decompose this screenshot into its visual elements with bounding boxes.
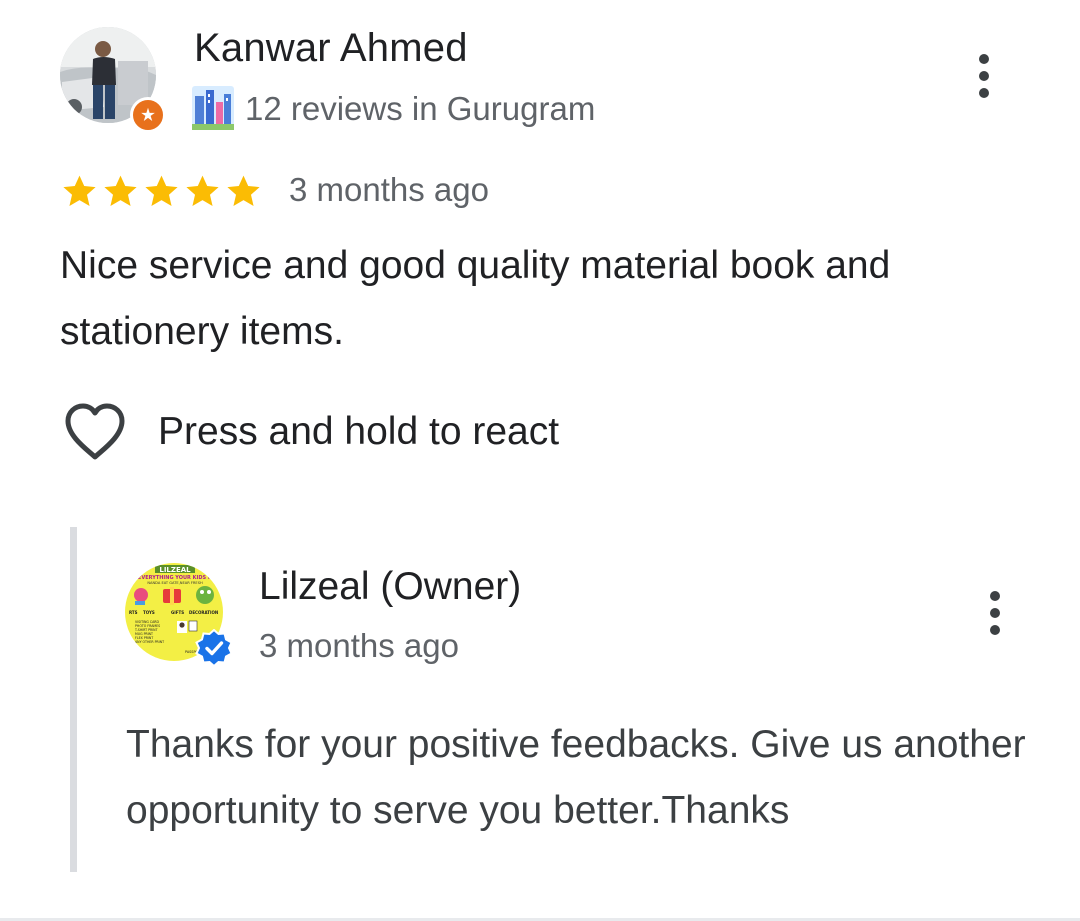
star-icon <box>145 175 178 206</box>
logo-category: DECORATION <box>189 610 218 615</box>
review-text: Nice service and good quality material b… <box>60 244 891 353</box>
more-vert-icon <box>990 591 1000 601</box>
reviewer-meta[interactable]: 12 reviews in Gurugram <box>245 90 595 128</box>
star-icon <box>104 175 137 206</box>
owner-reply: LILZEAL EVERYTHING YOUR KIDS N NANDA EAT… <box>70 527 1080 872</box>
owner-reply-time: 3 months ago <box>259 627 459 664</box>
more-vert-icon <box>979 54 989 64</box>
reply-more-options-button[interactable] <box>980 585 1010 641</box>
star-icon <box>186 175 219 206</box>
reply-indent-bar <box>70 527 77 872</box>
owner-reply-text: Thanks for your positive feedbacks. Give… <box>126 723 1026 832</box>
reviewer-avatar-group[interactable] <box>60 27 170 133</box>
star-icon <box>227 175 260 206</box>
logo-category: TOYS <box>143 610 155 615</box>
logo-category: GIFTS <box>171 610 184 615</box>
logo-brand: LILZEAL <box>159 566 191 574</box>
verified-check-icon <box>195 629 233 667</box>
more-options-button[interactable] <box>969 48 999 104</box>
city-icon <box>192 86 234 130</box>
heart-icon <box>65 403 125 460</box>
rating-stars <box>60 172 263 211</box>
review-card: Kanwar Ahmed 12 reviews in Gurugram 3 mo… <box>0 0 1080 500</box>
logo-address: NANDA EAT GATE,NEAR FRESH <box>147 581 203 585</box>
react-label: Press and hold to react <box>158 410 560 453</box>
more-vert-dot <box>979 71 989 81</box>
reviewer-name[interactable]: Kanwar Ahmed <box>194 26 468 71</box>
review-time: 3 months ago <box>289 171 489 208</box>
more-vert-dot <box>979 88 989 98</box>
star-icon <box>63 175 96 206</box>
owner-name[interactable]: Lilzeal (Owner) <box>259 565 521 609</box>
react-button[interactable]: Press and hold to react <box>62 402 559 462</box>
more-vert-dot <box>990 625 1000 635</box>
logo-category: RTS <box>129 610 138 615</box>
local-guide-badge-icon <box>130 97 166 133</box>
more-vert-dot <box>990 608 1000 618</box>
logo-service: ANY OTHER PRINT <box>135 640 164 644</box>
owner-avatar-group[interactable]: LILZEAL EVERYTHING YOUR KIDS N NANDA EAT… <box>125 563 235 667</box>
